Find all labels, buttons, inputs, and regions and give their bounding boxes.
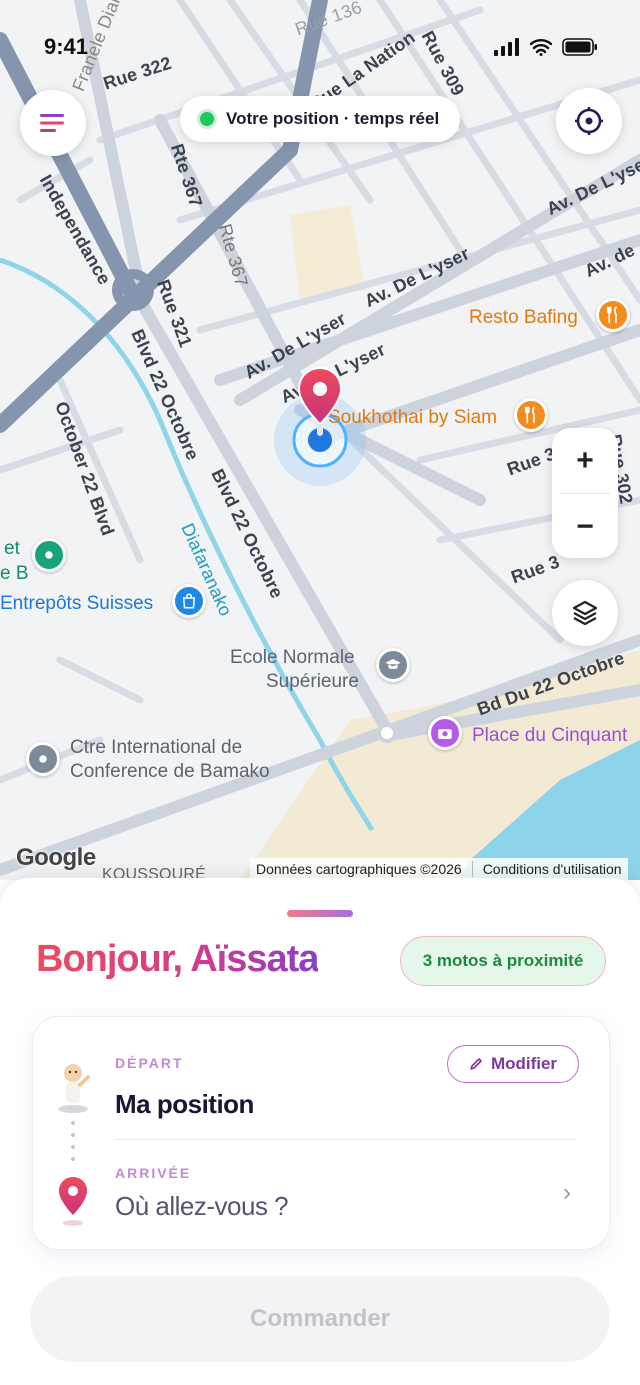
menu-button[interactable]: [20, 90, 86, 156]
edit-departure-label: Modifier: [490, 1054, 558, 1073]
arrival-label: ARRIVÉE: [115, 1165, 192, 1181]
battery-icon: [562, 38, 597, 56]
place-icon[interactable]: [32, 538, 66, 572]
wifi-icon: [530, 39, 552, 56]
poi-label-ecole[interactable]: Ecole Normale: [230, 646, 355, 670]
poi-label-partial: e B: [0, 563, 29, 584]
pencil-icon: [470, 1058, 482, 1070]
restaurant-icon[interactable]: [596, 298, 630, 332]
edit-departure-button[interactable]: Modifier: [447, 1045, 579, 1083]
status-time: 9:41: [44, 34, 89, 59]
map-layers-button[interactable]: [552, 580, 618, 646]
zoom-in-button[interactable]: +: [552, 428, 618, 493]
shopping-bag-icon[interactable]: [172, 584, 206, 618]
poi-label-ctre[interactable]: Conference de Bamako: [70, 760, 270, 784]
order-button[interactable]: Commander: [30, 1276, 610, 1362]
poi-label-ecole[interactable]: Supérieure: [266, 670, 359, 694]
recenter-icon: [575, 107, 603, 135]
arrival-input[interactable]: Où allez-vous ?: [115, 1191, 289, 1222]
google-logo: Google: [16, 844, 96, 871]
booking-sheet: Bonjour, Aïssata 3 motos à proximité DÉP…: [0, 878, 640, 1385]
departure-value[interactable]: Ma position: [115, 1089, 254, 1120]
poi-label-entrepots[interactable]: Entrepôts Suisses: [0, 592, 153, 616]
live-position-pill: Votre position · temps réel: [180, 96, 460, 142]
poi-label-siam[interactable]: Soukhothai by Siam: [328, 406, 497, 430]
recenter-button[interactable]: [556, 88, 622, 154]
zoom-out-button[interactable]: −: [552, 494, 618, 559]
layers-icon: [572, 600, 598, 626]
poi-label-resto[interactable]: Resto Bafing: [469, 306, 578, 330]
restaurant-icon[interactable]: [514, 398, 548, 432]
route-card: DÉPART Ma position Modifier ARRIVÉE Où a…: [32, 1016, 610, 1250]
map-attribution: Données cartographiques ©2026 Conditions…: [250, 858, 628, 880]
destination-pin-icon: [59, 1177, 87, 1226]
nearby-motos-badge: 3 motos à proximité: [400, 936, 606, 986]
map-data-credit[interactable]: Données cartographiques ©2026: [256, 861, 462, 877]
zoom-controls: + −: [552, 428, 618, 558]
sheet-grabber[interactable]: [287, 910, 353, 917]
card-divider: [115, 1139, 577, 1140]
menu-icon: [40, 114, 64, 132]
camera-icon[interactable]: [428, 716, 462, 750]
route-connector: [71, 1121, 75, 1161]
school-icon[interactable]: [376, 648, 410, 682]
terms-link[interactable]: Conditions d'utilisation: [483, 861, 622, 877]
cellular-signal-icon: [494, 38, 519, 56]
poi-label-partial: et: [4, 538, 20, 559]
greeting-title: Bonjour, Aïssata: [36, 938, 319, 980]
rider-avatar-icon: [58, 1064, 90, 1113]
live-position-label: Votre position · temps réel: [226, 109, 440, 128]
live-status-dot: [200, 112, 214, 126]
place-icon[interactable]: [26, 742, 60, 776]
departure-label: DÉPART: [115, 1055, 184, 1071]
selected-location-pin-icon: [297, 366, 343, 436]
poi-label-ctre[interactable]: Ctre International de: [70, 736, 242, 760]
map-view[interactable]: Rue 322 Rue 136 Rue La Nation Rue 309 Rt…: [0, 0, 640, 880]
chevron-right-icon[interactable]: ›: [563, 1179, 571, 1207]
status-bar: 9:41: [0, 30, 640, 66]
poi-label-place[interactable]: Place du Cinquant: [472, 724, 627, 748]
